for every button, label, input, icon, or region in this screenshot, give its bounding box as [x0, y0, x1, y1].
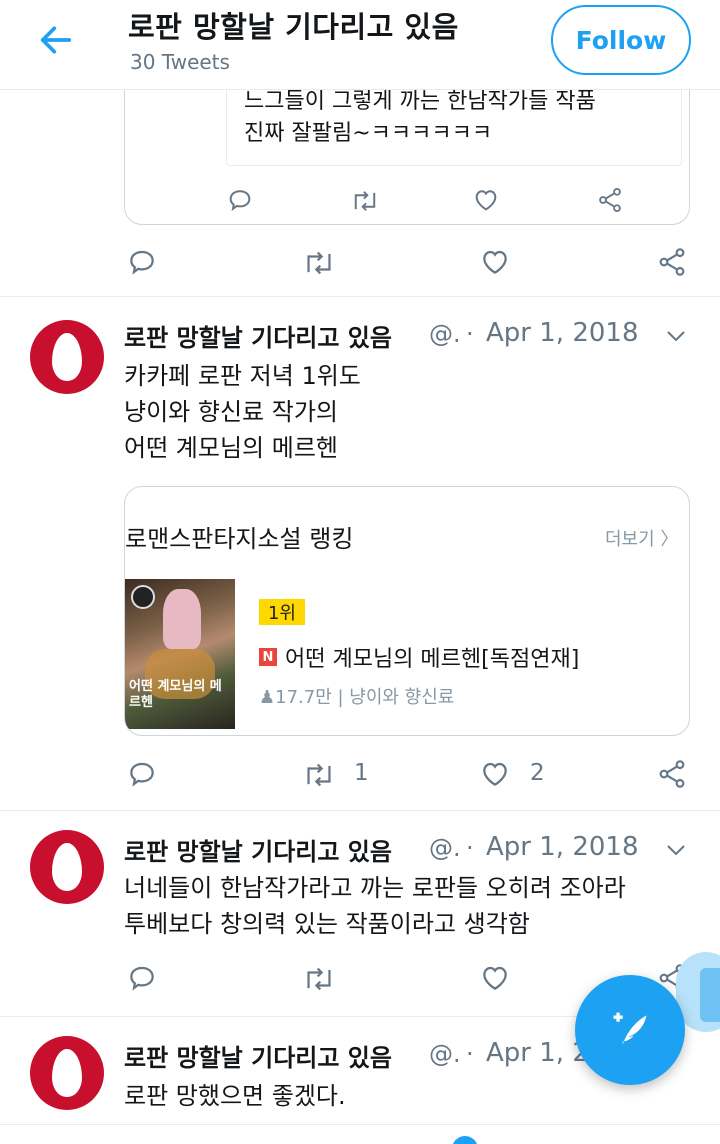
book-cover-image: 어떤 계모님의 메르헨 [125, 579, 235, 729]
tweet-text: 로판 망했으면 좋겠다. [124, 1082, 346, 1110]
reply-icon[interactable] [126, 962, 158, 994]
tweet-author-name[interactable]: 로판 망할날 기다리고 있음 [124, 832, 392, 867]
avatar[interactable] [30, 1036, 104, 1110]
reply-icon[interactable] [226, 186, 254, 214]
tweet-author-name[interactable]: 로판 망할날 기다리고 있음 [124, 1038, 392, 1073]
stats-icon [700, 968, 720, 1022]
profile-header: 로판 망할날 기다리고 있음 30 Tweets Follow [0, 0, 720, 90]
tweet-date[interactable]: Apr 1, 2018 [486, 832, 638, 862]
like-icon[interactable] [479, 962, 511, 994]
tweet-date[interactable]: Apr 1, 2 [486, 1038, 589, 1068]
book-title[interactable]: 어떤 계모님의 메르헨[독점연재] [285, 641, 579, 673]
like-count: 2 [530, 760, 545, 786]
tweet-author-handle: @. [429, 1040, 461, 1068]
tweet-divider [0, 810, 720, 811]
cover-title: 어떤 계모님의 메르헨 [129, 679, 222, 710]
back-arrow-icon[interactable] [36, 20, 76, 60]
link-preview-card[interactable]: 로맨스판타지소설 랭킹 더보기 〉 어떤 계모님의 메르헨 1위 N 어떤 계모… [124, 486, 690, 736]
follow-button[interactable]: Follow [551, 5, 691, 75]
like-icon[interactable] [472, 186, 500, 214]
separator-dot: · [466, 1040, 474, 1068]
tweet-count: 30 Tweets [130, 50, 230, 74]
reply-icon[interactable] [126, 758, 158, 790]
chevron-down-icon[interactable] [664, 324, 688, 348]
tweet-author-handle: @. [429, 834, 461, 862]
tweet-divider [0, 1124, 720, 1125]
tweet-divider [0, 296, 720, 297]
reply-icon[interactable] [126, 246, 158, 278]
retweet-icon[interactable] [350, 188, 380, 214]
avatar[interactable] [30, 830, 104, 904]
share-icon[interactable] [596, 186, 624, 214]
egg-icon [52, 333, 82, 381]
share-icon[interactable] [656, 246, 688, 278]
egg-icon [52, 1049, 82, 1097]
avatar[interactable] [30, 320, 104, 394]
ranking-title: 로맨스판타지소설 랭킹 [125, 525, 354, 553]
tweet-text: 카카페 로판 저녁 1위도 냥이와 향신료 작가의 어떤 계모님의 메르헨 [124, 362, 361, 462]
tweet-date[interactable]: Apr 1, 2018 [486, 318, 638, 348]
tweet-author-name[interactable]: 로판 망할날 기다리고 있음 [124, 318, 392, 353]
page-title: 로판 망할날 기다리고 있음 [128, 10, 459, 44]
book-meta: ♟17.7만 | 냥이와 향신료 [259, 687, 455, 708]
clock-icon [131, 585, 155, 609]
chevron-down-icon[interactable] [664, 838, 688, 862]
retweet-icon[interactable] [302, 964, 336, 994]
separator-dot: · [466, 834, 474, 862]
share-icon[interactable] [656, 758, 688, 790]
tweet-author-handle: @. [429, 320, 461, 348]
cover-figure [163, 589, 201, 649]
more-link[interactable]: 더보기 〉 [605, 525, 678, 551]
rank-badge: 1위 [259, 599, 305, 625]
like-icon[interactable] [479, 758, 511, 790]
separator-dot: · [466, 320, 474, 348]
partial-avatar [452, 1136, 478, 1144]
compose-tweet-button[interactable] [575, 975, 685, 1085]
retweet-count: 1 [354, 760, 369, 786]
egg-icon [52, 843, 82, 891]
retweet-icon[interactable] [302, 248, 336, 278]
quoted-tweet-text: 느그들이 그렇게 까는 한남작가들 작품 진짜 잘팔림~ㅋㅋㅋㅋㅋㅋ [244, 89, 596, 146]
like-icon[interactable] [479, 246, 511, 278]
tweet-text: 너네들이 한남작가라고 까는 로판들 오히려 조아라 투베보다 창의력 있는 작… [124, 874, 626, 938]
compose-tweet-icon [613, 1012, 647, 1045]
new-badge: N [259, 648, 277, 666]
retweet-icon[interactable] [302, 760, 336, 790]
